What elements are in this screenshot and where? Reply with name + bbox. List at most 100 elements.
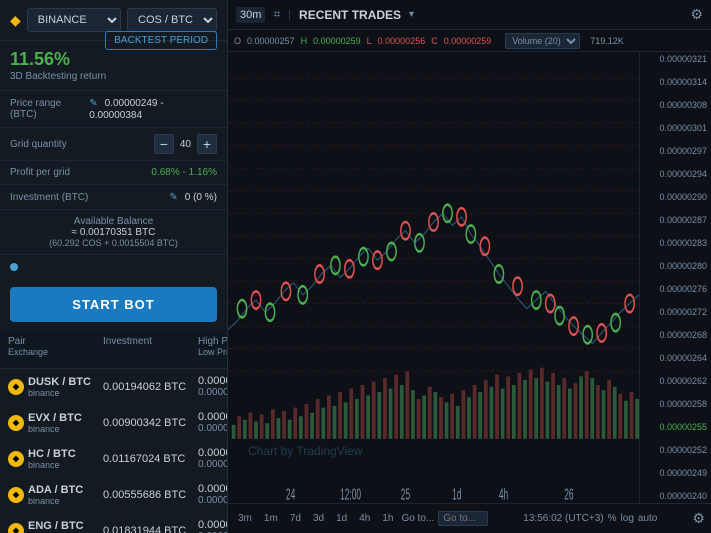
price-range-value: 0.00000249 - 0.00000384 xyxy=(89,98,163,121)
chart-settings-btn[interactable]: ⚙ xyxy=(690,6,703,23)
ohlc-h-value: 0.00000259 xyxy=(313,36,361,46)
price-tick: 0.00000290 xyxy=(644,192,707,202)
coin-icon: ◆ xyxy=(8,487,24,503)
header-price: High PriceLow Price xyxy=(198,336,227,362)
price-range-row: Price range (BTC) ✎ 0.00000249 - 0.00000… xyxy=(0,91,227,128)
tf-1h-btn[interactable]: 1h xyxy=(378,511,397,526)
pair-name: HC / BTC xyxy=(28,448,76,460)
header-investment: Investment xyxy=(103,336,198,362)
tf-7d-btn[interactable]: 7d xyxy=(286,511,305,526)
pair-select[interactable]: COS / BTC xyxy=(127,8,217,32)
price-cell: 0.00002742 0.00001305 xyxy=(198,375,227,398)
ohlc-c-value: 0.00000259 xyxy=(444,36,492,46)
price-tick: 0.00000297 xyxy=(644,146,707,156)
pair-info: HC / BTC binance xyxy=(28,448,76,470)
price-tick: 0.00000294 xyxy=(644,169,707,179)
balance-sub: (60.292 COS + 0.0015504 BTC) xyxy=(10,238,217,248)
exchange-name: binance xyxy=(28,496,83,506)
pair-cell: ◆ ENG / BTC binance xyxy=(8,520,103,533)
pair-name: DUSK / BTC xyxy=(28,376,91,388)
goto-input[interactable] xyxy=(438,511,488,526)
pair-info: EVX / BTC binance xyxy=(28,412,82,434)
table-row: ◆ EVX / BTC binance 0.00900342 BTC 0.000… xyxy=(0,405,227,441)
ohlc-h-label: H xyxy=(301,36,308,46)
grid-quantity-value: 40 xyxy=(180,139,191,150)
price-cell: 0.00007265 0.00004120 xyxy=(198,411,227,434)
pair-cell: ◆ HC / BTC binance xyxy=(8,448,103,470)
table-row: ◆ DUSK / BTC binance 0.00194062 BTC 0.00… xyxy=(0,369,227,405)
qty-minus-btn[interactable]: − xyxy=(154,134,174,154)
price-tick: 0.00000321 xyxy=(644,54,707,64)
table-header: PairExchange Investment High PriceLow Pr… xyxy=(0,330,227,369)
chart-title: RECENT TRADES xyxy=(299,8,401,22)
exchange-name: binance xyxy=(28,388,91,398)
pair-name: ADA / BTC xyxy=(28,484,83,496)
chart-topbar: 30m ⌗ | RECENT TRADES ▾ ⚙ xyxy=(228,0,711,30)
tf-1m-btn[interactable]: 1m xyxy=(260,511,282,526)
binance-logo-icon: ◆ xyxy=(10,12,21,29)
investment-label: Investment (BTC) xyxy=(10,192,88,203)
grid-quantity-row: Grid quantity − 40 + xyxy=(0,128,227,161)
ohlc-o-label: O xyxy=(234,36,241,46)
tf-3d-btn[interactable]: 3d xyxy=(309,511,328,526)
price-tick: 0.00000255 xyxy=(644,422,707,432)
header-pair: PairExchange xyxy=(8,336,103,362)
pair-cell: ◆ ADA / BTC binance xyxy=(8,484,103,506)
price-tick: 0.00000258 xyxy=(644,399,707,409)
price-tick: 0.00000280 xyxy=(644,261,707,271)
coin-icon: ◆ xyxy=(8,379,24,395)
balance-main: ≈ 0.00170351 BTC xyxy=(10,227,217,238)
svg-text:1d: 1d xyxy=(452,486,461,503)
bot-table: PairExchange Investment High PriceLow Pr… xyxy=(0,330,227,533)
price-tick: 0.00000287 xyxy=(644,215,707,225)
time-display: 13:56:02 (UTC+3) xyxy=(523,513,603,524)
log-btn[interactable]: log xyxy=(621,513,634,524)
price-range-edit-icon[interactable]: ✎ xyxy=(89,98,97,109)
chart-type-icon[interactable]: ⌗ xyxy=(273,7,280,22)
volume-select[interactable]: Volume (20) xyxy=(505,33,580,49)
price-tick: 0.00000262 xyxy=(644,376,707,386)
tf-4h-btn[interactable]: 4h xyxy=(355,511,374,526)
high-price: 0.00004399 xyxy=(198,519,227,531)
start-bot-button[interactable]: START BOT xyxy=(10,287,217,322)
tf-3m-btn[interactable]: 3m xyxy=(234,511,256,526)
pair-name: ENG / BTC xyxy=(28,520,84,532)
chart-bottom-gear-btn[interactable]: ⚙ xyxy=(692,510,705,527)
price-tick: 0.00000268 xyxy=(644,330,707,340)
backtest-btn[interactable]: BACKTEST PERIOD xyxy=(105,31,217,50)
profit-per-grid-label: Profit per grid xyxy=(10,167,70,178)
coin-icon: ◆ xyxy=(8,451,24,467)
price-tick: 0.00000314 xyxy=(644,77,707,87)
investment-row: Investment (BTC) ✎ 0 (0 %) xyxy=(0,185,227,210)
price-cell: 0.00002982 0.00001734 xyxy=(198,447,227,470)
left-panel: ◆ BINANCE COS / BTC 11.56% BACKTEST PERI… xyxy=(0,0,228,533)
pair-info: ADA / BTC binance xyxy=(28,484,83,506)
auto-btn[interactable]: auto xyxy=(638,513,657,524)
table-row: ◆ ADA / BTC binance 0.00555686 BTC 0.000… xyxy=(0,477,227,513)
ohlc-c-label: C xyxy=(431,36,438,46)
price-tick: 0.00000264 xyxy=(644,353,707,363)
pair-cell: ◆ DUSK / BTC binance xyxy=(8,376,103,398)
price-range-label: Price range (BTC) xyxy=(10,98,89,120)
chart-info-bar: O 0.00000257 H 0.00000259 L 0.00000256 C… xyxy=(228,30,711,52)
price-cell: 0.00004399 0.00003772 xyxy=(198,519,227,533)
chart-sep: | xyxy=(288,9,291,21)
price-tick: 0.00000301 xyxy=(644,123,707,133)
tf-1d-btn[interactable]: 1d xyxy=(332,511,351,526)
timeframe-30m-btn[interactable]: 30m xyxy=(236,7,265,23)
investment-edit-icon[interactable]: ✎ xyxy=(169,192,177,203)
price-cell: 0.00000507 0.00000447 xyxy=(198,483,227,506)
chart-area: 24 12:00 25 1d 4h 26 Chart by TradingVie… xyxy=(228,52,711,533)
status-dot xyxy=(10,263,18,271)
qty-plus-btn[interactable]: + xyxy=(197,134,217,154)
recent-trades-dropdown-icon[interactable]: ▾ xyxy=(409,9,414,20)
investment-cell: 0.01167024 BTC xyxy=(103,453,198,465)
price-axis: 0.000003210.000003140.000003080.00000301… xyxy=(639,52,711,503)
table-body: ◆ DUSK / BTC binance 0.00194062 BTC 0.00… xyxy=(0,369,227,533)
profit-per-grid-row: Profit per grid 0.68% - 1.16% xyxy=(0,161,227,185)
exchange-select[interactable]: BINANCE xyxy=(27,8,121,32)
qty-control: − 40 + xyxy=(154,134,217,154)
investment-cell: 0.00555686 BTC xyxy=(103,489,198,501)
chart-watermark: Chart by TradingView xyxy=(248,444,363,458)
pct-btn[interactable]: % xyxy=(608,513,617,524)
